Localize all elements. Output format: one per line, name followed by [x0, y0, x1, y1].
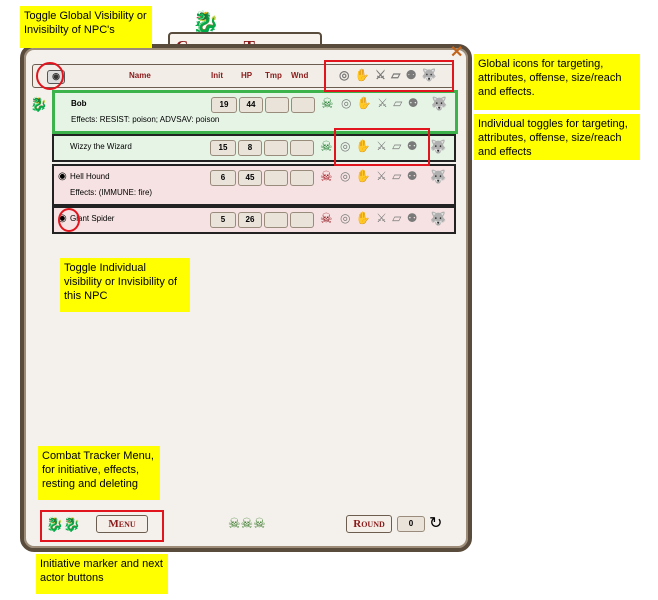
faction-skull-icon[interactable]: ☠: [321, 95, 334, 112]
effects-creature-icon[interactable]: 🐺: [430, 139, 446, 155]
hp-value[interactable]: 45: [238, 170, 262, 186]
init-value[interactable]: 5: [210, 212, 236, 228]
individual-toggle-icons[interactable]: ◎ ✋ ⚔ ▱ ⚉: [340, 211, 419, 225]
combatant-row[interactable]: Hell Hound Effects: (IMMUNE: fire) 6 45 ☠ ◎ ✋…: [52, 164, 456, 206]
init-value[interactable]: 19: [211, 97, 237, 113]
hp-value[interactable]: 8: [238, 140, 262, 156]
individual-toggle-icons[interactable]: ◎ ✋ ⚔ ▱ ⚉: [341, 96, 420, 110]
round-label: Round: [346, 515, 392, 533]
wnd-value[interactable]: [291, 97, 315, 113]
callout-global-icons: Global icons for targeting, attributes, …: [474, 54, 640, 110]
close-icon[interactable]: ✕: [450, 42, 463, 62]
hp-value[interactable]: 26: [238, 212, 262, 228]
hp-value[interactable]: 44: [239, 97, 263, 113]
callout-initiative: Initiative marker and next actor buttons: [36, 554, 168, 594]
initiative-dragon-icon: 🐉: [30, 96, 48, 112]
effects-creature-icon[interactable]: 🐺: [430, 211, 446, 227]
wnd-value[interactable]: [290, 170, 314, 186]
combatant-row[interactable]: Giant Spider 5 26 ☠ ◎ ✋ ⚔ ▱ ⚉ 🐺 ◉: [52, 206, 456, 234]
global-visibility-outline: [36, 62, 64, 90]
init-value[interactable]: 15: [210, 140, 236, 156]
next-round-icon[interactable]: ↻: [429, 513, 442, 533]
individual-toggles-outline: [334, 128, 430, 166]
wnd-value[interactable]: [290, 140, 314, 156]
combatant-name[interactable]: Wizzy the Wizard: [70, 142, 132, 151]
individual-toggle-icons[interactable]: ◎ ✋ ⚔ ▱ ⚉: [340, 169, 419, 183]
faction-skull-icon[interactable]: ☠: [320, 210, 333, 227]
global-icons-outline: [324, 60, 454, 92]
faction-skull-icon[interactable]: ☠: [320, 138, 333, 155]
tmp-value[interactable]: [264, 140, 288, 156]
effects-creature-icon[interactable]: 🐺: [431, 96, 447, 112]
combatant-name[interactable]: Bob: [71, 99, 87, 108]
faction-skull-icon[interactable]: ☠: [320, 168, 333, 185]
callout-individual-toggles: Individual toggles for targeting, attrib…: [474, 114, 640, 160]
combatant-effects: Effects: RESIST: poison; ADVSAV: poison: [71, 115, 220, 124]
effects-creature-icon[interactable]: 🐺: [430, 169, 446, 185]
callout-individual-visibility: Toggle Individual visibility or Invisibi…: [60, 258, 190, 312]
combatant-effects: Effects: (IMMUNE: fire): [70, 188, 153, 197]
header-wnd: Wnd: [291, 71, 309, 80]
round-value: 0: [397, 516, 425, 532]
header-name: Name: [129, 71, 151, 80]
visibility-eye-icon[interactable]: ◉: [58, 171, 67, 182]
tmp-value[interactable]: [264, 212, 288, 228]
tmp-value[interactable]: [265, 97, 289, 113]
faction-skulls-icon[interactable]: ☠☠☠: [228, 515, 266, 532]
individual-visibility-outline: [58, 208, 80, 232]
header-init: Init: [211, 71, 223, 80]
init-value[interactable]: 6: [210, 170, 236, 186]
wnd-value[interactable]: [290, 212, 314, 228]
header-hp: HP: [241, 71, 253, 80]
initiative-outline: [40, 510, 164, 542]
callout-menu: Combat Tracker Menu, for initiative, eff…: [38, 446, 160, 500]
callout-global-visibility: Toggle Global Visibility or Invisibilty …: [20, 6, 152, 48]
tmp-value[interactable]: [264, 170, 288, 186]
combatant-name[interactable]: Hell Hound: [70, 172, 110, 181]
header-tmp: Tmp: [265, 71, 282, 80]
